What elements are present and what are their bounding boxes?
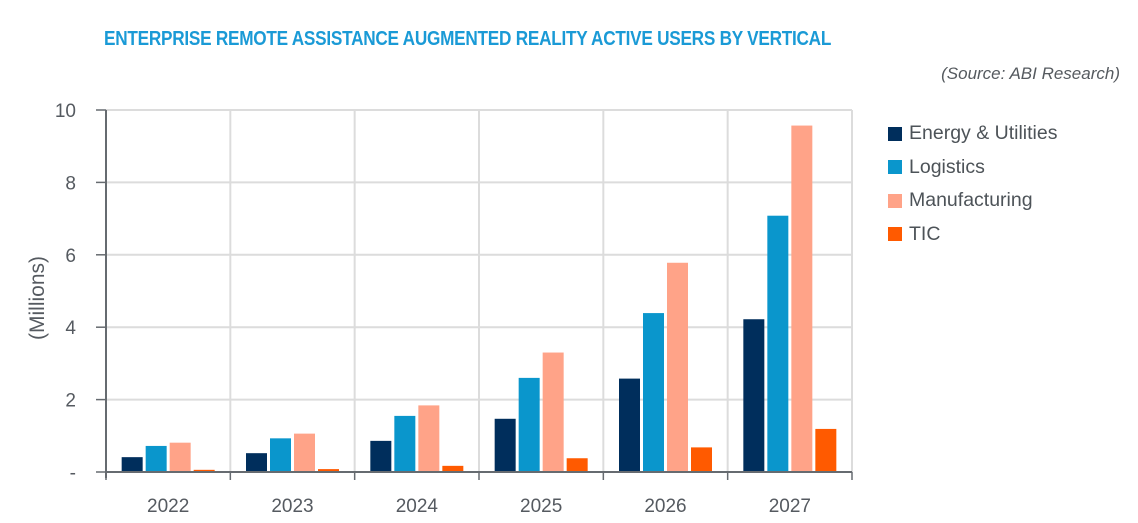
x-tick-label: 2025 <box>520 496 562 517</box>
legend-label: Logistics <box>909 155 985 178</box>
bar-chart: - 2 4 6 8 10 2022 2023 2024 2025 2026 2027 (Millio… <box>26 101 853 517</box>
bar-manufacturing-2024 <box>418 405 440 472</box>
y-tick-label: 2 <box>65 391 76 412</box>
bar-logistics-2025 <box>518 377 540 472</box>
y-tick-label: 8 <box>65 173 76 194</box>
y-tick-labels: - 2 4 6 8 10 <box>55 101 77 484</box>
legend: Energy & Utilities Logistics Manufacturing… <box>888 117 1057 251</box>
bar-energy-utilities-2024 <box>370 440 392 472</box>
x-tick-label: 2026 <box>644 496 686 517</box>
legend-item: Energy & Utilities <box>888 117 1057 151</box>
legend-label: TIC <box>909 222 941 245</box>
bar-manufacturing-2026 <box>667 262 688 472</box>
bar-energy-utilities-2027 <box>743 319 765 472</box>
y-tick-label: - <box>70 463 76 484</box>
legend-item: Manufacturing <box>888 184 1057 218</box>
legend-label: Manufacturing <box>909 189 1033 212</box>
bar-manufacturing-2027 <box>791 125 813 472</box>
bar-logistics-2023 <box>270 438 291 472</box>
bar-logistics-2026 <box>643 313 664 472</box>
bar-energy-utilities-2026 <box>619 378 640 472</box>
legend-label: Energy & Utilities <box>909 122 1058 145</box>
legend-swatch <box>888 126 902 141</box>
y-axis-label: (Millions) <box>26 256 49 340</box>
bar-manufacturing-2023 <box>294 433 315 472</box>
grid-lines <box>106 109 853 472</box>
y-tick-label: 10 <box>55 101 76 122</box>
bar-tic-2026 <box>691 447 712 472</box>
y-tick-label: 6 <box>65 246 76 267</box>
legend-swatch <box>888 160 902 175</box>
bar-logistics-2027 <box>767 215 789 473</box>
x-tick-label: 2027 <box>769 496 811 517</box>
bar-manufacturing-2022 <box>169 442 191 472</box>
legend-item: TIC <box>888 218 1057 252</box>
bar-logistics-2024 <box>394 415 416 472</box>
bar-logistics-2022 <box>145 445 167 472</box>
bar-tic-2027 <box>815 428 837 472</box>
axes <box>96 109 853 480</box>
x-tick-label: 2024 <box>396 496 439 517</box>
y-tick-label: 4 <box>65 318 76 339</box>
bar-energy-utilities-2023 <box>246 453 267 472</box>
bar-energy-utilities-2025 <box>494 418 516 472</box>
bar-energy-utilities-2022 <box>121 457 143 472</box>
bar-manufacturing-2025 <box>542 352 564 472</box>
bar-tic-2025 <box>566 458 588 472</box>
x-tick-label: 2023 <box>271 496 313 517</box>
legend-swatch <box>888 193 902 208</box>
x-tick-labels: 2022 2023 2024 2025 2026 2027 <box>147 496 811 517</box>
legend-item: Logistics <box>888 151 1057 185</box>
legend-swatch <box>888 227 902 242</box>
x-tick-label: 2022 <box>147 496 189 517</box>
